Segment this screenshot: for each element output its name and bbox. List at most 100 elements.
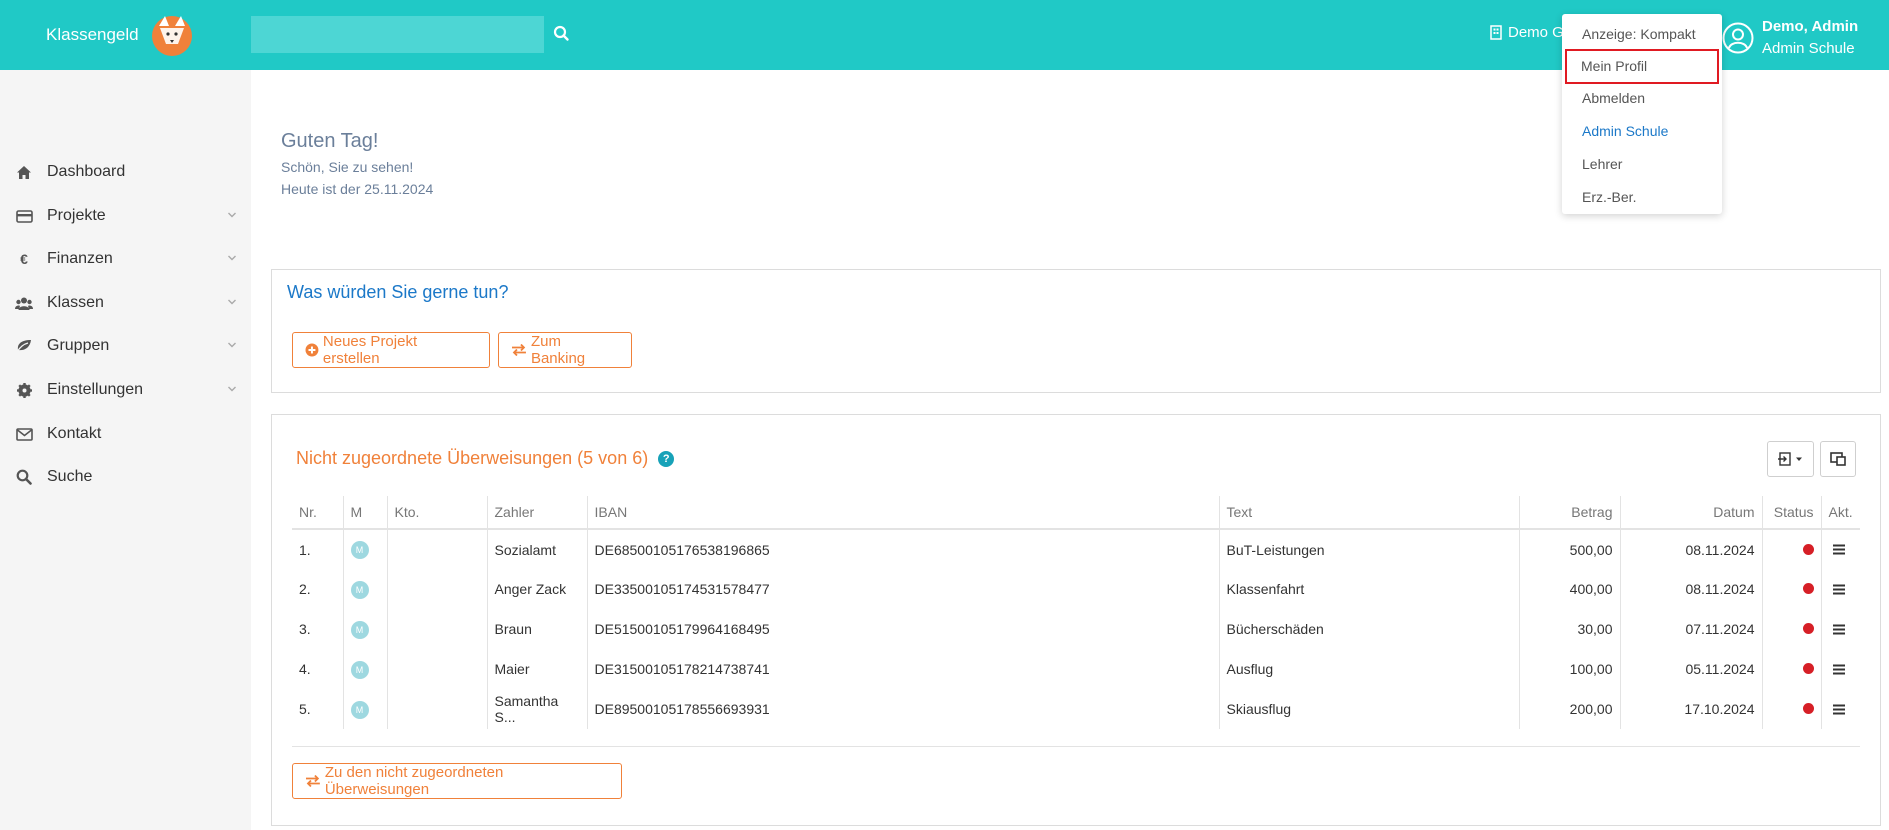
- sidebar-item-label: Finanzen: [47, 250, 113, 267]
- columns-toggle-button[interactable]: [1820, 441, 1856, 477]
- menu-item-my-profile[interactable]: Mein Profil: [1565, 49, 1719, 84]
- status-dot-icon: [1802, 543, 1814, 555]
- sidebar-item-label: Klassen: [47, 294, 104, 311]
- cell-betrag: 400,00: [1519, 569, 1621, 609]
- leaf-icon: [15, 337, 33, 355]
- manual-badge: M: [350, 541, 369, 559]
- table-row[interactable]: 3. M Braun DE51500105179964168495 Bücherschä…: [292, 609, 1860, 649]
- status-dot-icon: [1802, 663, 1814, 674]
- table-row[interactable]: 4. M Maier DE31500105178214738741 Ausflug 100…: [292, 649, 1860, 689]
- col-akt: Akt.: [1821, 496, 1860, 530]
- cell-kto: [387, 689, 488, 729]
- help-icon[interactable]: ?: [658, 450, 675, 467]
- manual-badge: M: [350, 620, 369, 639]
- menu-item-role-parent-council[interactable]: Erz.-Ber.: [1562, 181, 1722, 214]
- cell-text: Skiausflug: [1219, 689, 1520, 729]
- export-dropdown-button[interactable]: [1767, 441, 1814, 477]
- sidebar-item-klassen[interactable]: Klassen: [0, 283, 251, 323]
- sidebar-item-gruppen[interactable]: Gruppen: [0, 326, 251, 366]
- cell-nr: 5.: [292, 689, 344, 729]
- chevron-down-icon: [228, 342, 236, 348]
- cell-text: Klassenfahrt: [1219, 569, 1520, 609]
- col-iban[interactable]: IBAN: [587, 496, 1220, 530]
- menu-item-role-admin-school[interactable]: Admin Schule: [1562, 115, 1722, 148]
- col-m[interactable]: M: [343, 496, 388, 530]
- cell-actions: [1821, 649, 1860, 689]
- cell-actions: [1821, 569, 1860, 609]
- cell-iban: DE31500105178214738741: [587, 649, 1220, 689]
- cell-zahler: Braun: [487, 609, 588, 649]
- euro-icon: €: [20, 251, 28, 267]
- sidebar-item-kontakt[interactable]: Kontakt: [0, 414, 251, 454]
- cell-iban: DE68500105176538196865: [587, 529, 1220, 569]
- chevron-down-icon: [228, 299, 236, 305]
- new-project-button[interactable]: Neues Projekt erstellen: [292, 332, 490, 368]
- building-icon: [1490, 25, 1502, 40]
- hamburger-menu-icon[interactable]: [1832, 624, 1845, 635]
- sidebar-item-dashboard[interactable]: Dashboard: [0, 152, 251, 192]
- cell-datum: 08.11.2024: [1620, 569, 1763, 609]
- brand[interactable]: Klassengeld: [46, 12, 195, 58]
- sidebar-item-finanzen[interactable]: € Finanzen: [0, 239, 251, 279]
- col-nr[interactable]: Nr.: [292, 496, 344, 530]
- table-row[interactable]: 1. M Sozialamt DE68500105176538196865 BuT-Le…: [292, 529, 1860, 569]
- cell-kto: [387, 569, 488, 609]
- cell-betrag: 30,00: [1519, 609, 1621, 649]
- banking-button[interactable]: Zum Banking: [498, 332, 632, 368]
- sidebar-item-label: Suche: [47, 468, 93, 485]
- school-link[interactable]: Demo G: [1490, 24, 1564, 41]
- goto-unassigned-transfers-button[interactable]: Zu den nicht zugeordneten Überweisungen: [292, 763, 622, 799]
- search-icon[interactable]: [552, 23, 572, 45]
- user-menu-toggle[interactable]: Demo, Admin Admin Schule: [1722, 16, 1858, 60]
- table-divider: [292, 746, 1860, 747]
- cell-datum: 05.11.2024: [1620, 649, 1763, 689]
- new-project-label: Neues Projekt erstellen: [322, 333, 418, 367]
- sidebar-item-einstellungen[interactable]: Einstellungen: [0, 370, 251, 410]
- table-row[interactable]: 5. M Samantha S... DE89500105178556693931 Sk…: [292, 689, 1860, 729]
- cell-datum: 08.11.2024: [1620, 529, 1763, 569]
- col-betrag[interactable]: Betrag: [1519, 496, 1621, 530]
- transfers-table: Nr. M Kto. Zahler IBAN Text Betrag Datum…: [292, 496, 1860, 729]
- manual-badge: M: [350, 580, 369, 599]
- status-dot-icon: [1802, 583, 1814, 594]
- status-dot-icon: [1802, 703, 1814, 714]
- hamburger-menu-icon[interactable]: [1832, 664, 1845, 675]
- exchange-icon: [511, 344, 526, 356]
- greeting-title: Guten Tag!: [281, 130, 379, 152]
- col-status[interactable]: Status: [1762, 496, 1822, 530]
- menu-item-role-teacher[interactable]: Lehrer: [1562, 148, 1722, 181]
- unassigned-transfers-title: Nicht zugeordnete Überweisungen (5 von 6…: [296, 448, 649, 468]
- cell-actions: [1821, 689, 1860, 729]
- sidebar-item-label: Einstellungen: [47, 381, 144, 398]
- user-role: Admin Schule: [1762, 40, 1855, 57]
- cell-zahler: Samantha S...: [487, 689, 588, 729]
- hamburger-menu-icon[interactable]: [1832, 584, 1845, 595]
- search-input[interactable]: [251, 16, 544, 53]
- table-row[interactable]: 2. M Anger Zack DE33500105174531578477 Klass…: [292, 569, 1860, 609]
- sidebar: Dashboard Projekte € Finanzen Klassen Gr…: [0, 70, 251, 830]
- col-text[interactable]: Text: [1219, 496, 1520, 530]
- chevron-down-icon: [228, 386, 236, 392]
- cell-kto: [387, 649, 488, 689]
- fox-logo-icon: [151, 16, 192, 56]
- brand-name: Klassengeld: [46, 25, 139, 44]
- cell-m: M: [343, 649, 388, 689]
- menu-item-display-compact[interactable]: Anzeige: Kompakt: [1562, 18, 1722, 51]
- cell-zahler: Maier: [487, 649, 588, 689]
- menu-item-logout[interactable]: Abmelden: [1562, 82, 1722, 115]
- columns-icon: [1830, 452, 1846, 466]
- sidebar-item-projekte[interactable]: Projekte: [0, 196, 251, 236]
- cell-iban: DE51500105179964168495: [587, 609, 1220, 649]
- hamburger-menu-icon[interactable]: [1832, 704, 1845, 715]
- col-zahler[interactable]: Zahler: [487, 496, 588, 530]
- chevron-down-icon: [228, 212, 236, 218]
- col-kto[interactable]: Kto.: [387, 496, 488, 530]
- cell-iban: DE33500105174531578477: [587, 569, 1220, 609]
- user-dropdown-menu: Anzeige: Kompakt Mein Profil Abmelden Ad…: [1562, 14, 1722, 214]
- sidebar-item-suche[interactable]: Suche: [0, 457, 251, 497]
- export-icon: [1777, 452, 1802, 466]
- greeting-line-1: Schön, Sie zu sehen!: [281, 159, 414, 175]
- hamburger-menu-icon[interactable]: [1832, 544, 1845, 555]
- col-datum[interactable]: Datum: [1620, 496, 1763, 530]
- envelope-icon: [15, 425, 33, 443]
